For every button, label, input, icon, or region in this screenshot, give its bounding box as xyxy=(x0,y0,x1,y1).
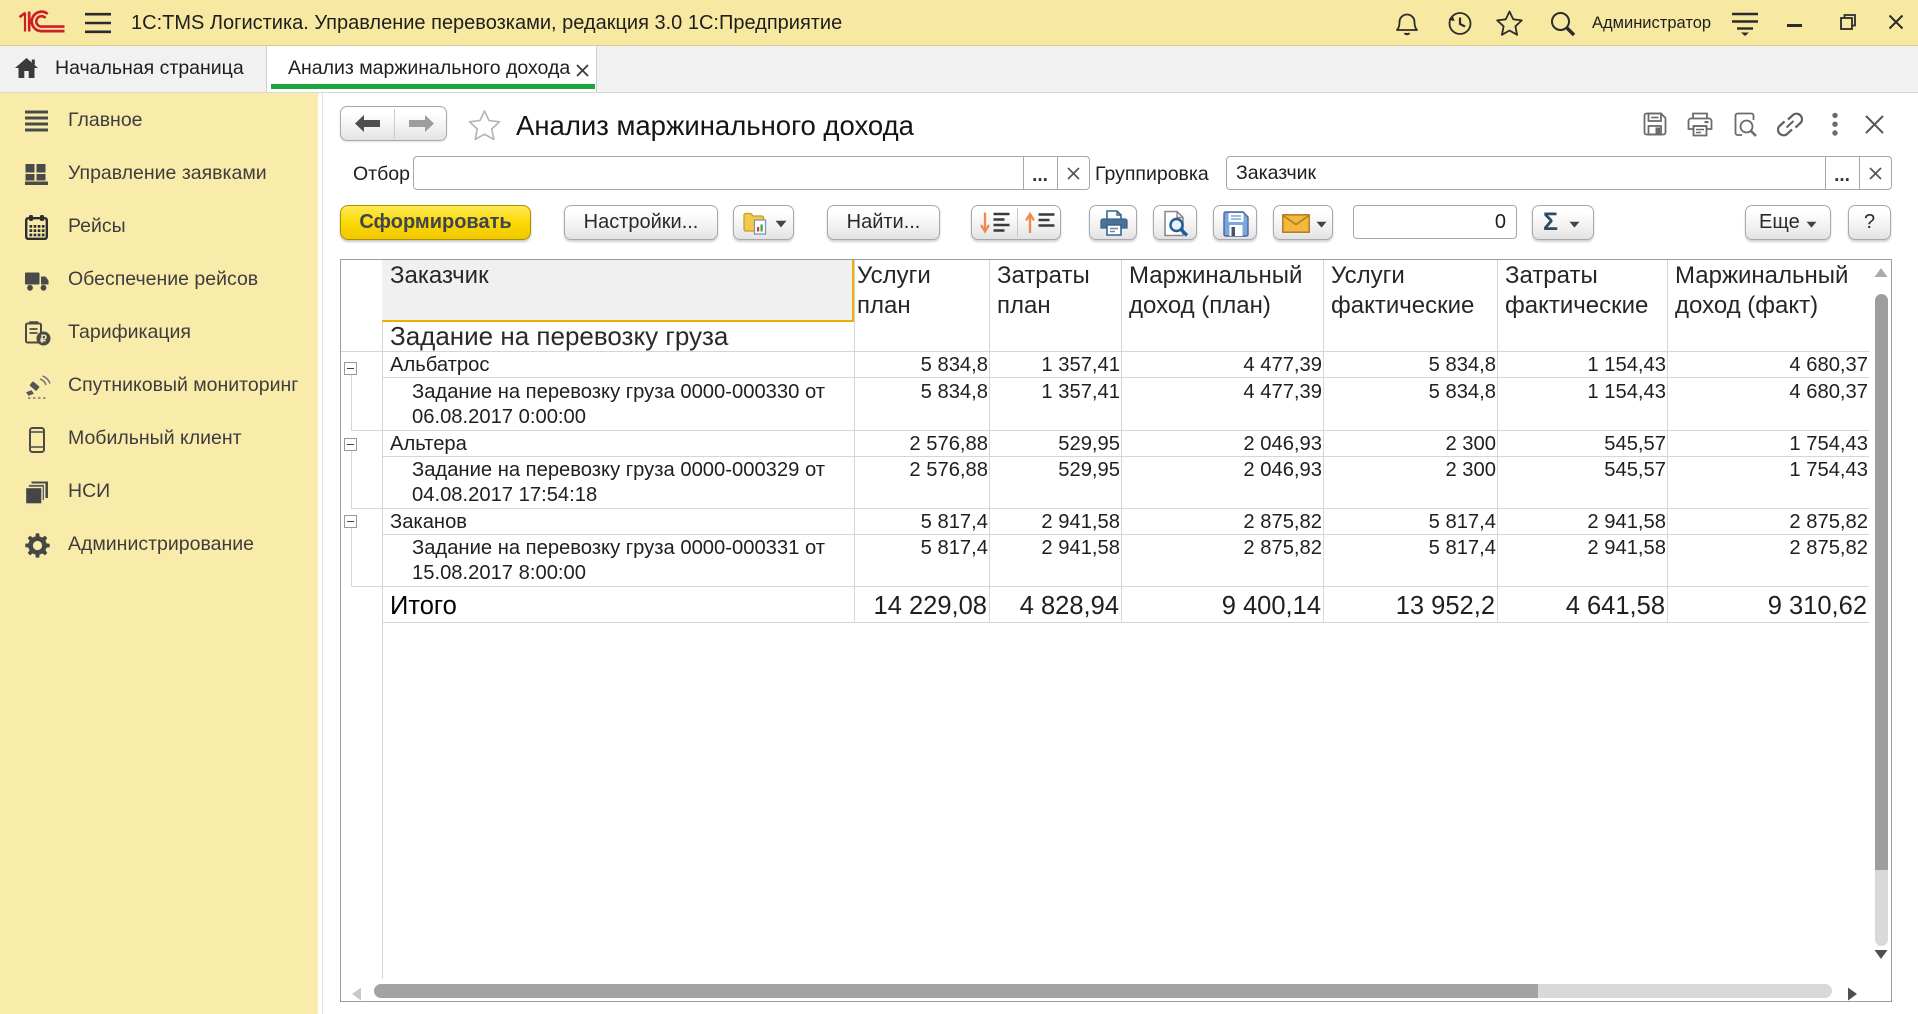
svg-text:₽: ₽ xyxy=(40,334,47,346)
